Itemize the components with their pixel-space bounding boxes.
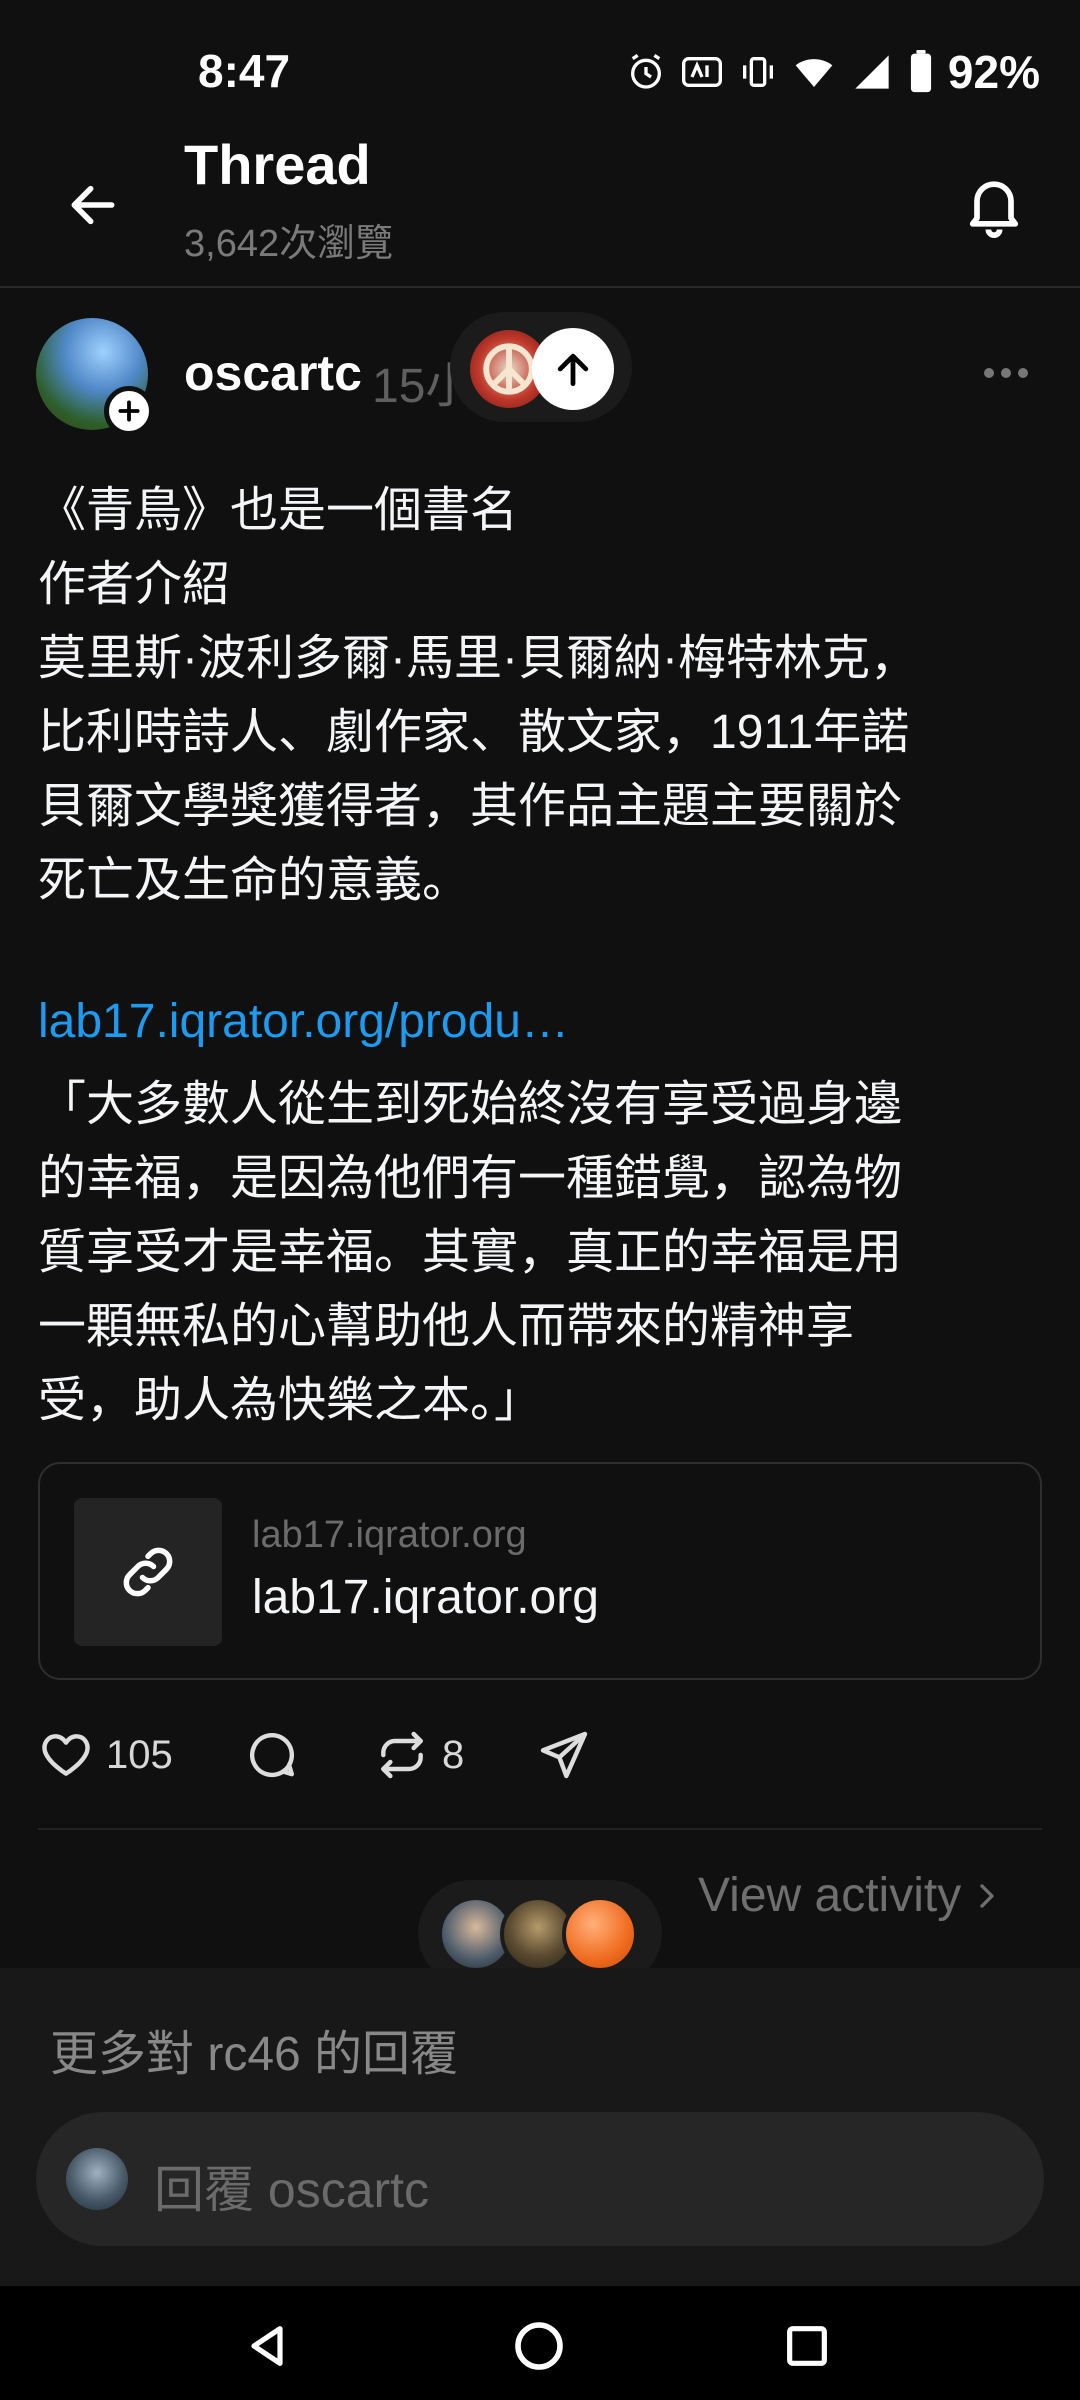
- page-title: Thread: [184, 133, 371, 196]
- post-text-line: 比利時詩人、劇作家、散文家，1911年諾: [38, 706, 910, 759]
- view-activity-label: View activity: [698, 1869, 962, 1922]
- battery-icon: [910, 50, 932, 93]
- more-replies-label[interactable]: 更多對 rc46 的回覆: [50, 2014, 458, 2084]
- activity-avatar: [562, 1896, 638, 1972]
- status-icons: 92%: [626, 42, 1040, 102]
- square-recents-icon: [787, 2326, 827, 2366]
- more-dot: [1001, 368, 1011, 378]
- follow-button[interactable]: [104, 386, 154, 436]
- share-button[interactable]: [536, 1722, 592, 1788]
- quote-text-line: 的幸福，是因為他們有一種錯覺，認為物: [38, 1152, 903, 1205]
- arrow-up-icon: [557, 353, 589, 387]
- author-username[interactable]: oscartc: [184, 344, 362, 402]
- back-arrow-icon: [71, 185, 115, 225]
- triangle-back-icon: [251, 2326, 283, 2366]
- reply-placeholder: 回覆 oscartc: [154, 2162, 430, 2218]
- battery-percentage: 92%: [947, 46, 1040, 98]
- quote-text-line: 受，助人為快樂之本。」: [38, 1374, 543, 1427]
- like-button[interactable]: 105: [38, 1722, 173, 1788]
- quote-text-line: 「大多數人從生到死始終沒有享受過身邊: [38, 1078, 903, 1131]
- more-options-button[interactable]: [976, 348, 1036, 398]
- vibrate-icon: [742, 57, 773, 87]
- post-text-line: 死亡及生命的意義。: [38, 854, 471, 907]
- repost-icon: [381, 1731, 423, 1779]
- status-time: 8:47: [198, 45, 291, 97]
- actions-divider: [38, 1828, 1042, 1830]
- more-dot: [984, 368, 994, 378]
- like-count: 105: [106, 1732, 173, 1777]
- link-card-title: lab17.iqrator.org: [252, 1571, 599, 1624]
- view-activity-link[interactable]: View activity: [698, 1868, 1001, 1923]
- comment-icon: [249, 1733, 295, 1778]
- post-text-line: 莫里斯·波利多爾·馬里·貝爾納·梅特林克，: [38, 632, 918, 685]
- bell-icon: [969, 181, 1019, 238]
- comment-button[interactable]: [244, 1722, 300, 1788]
- more-dot: [1018, 368, 1028, 378]
- link-card-domain: lab17.iqrator.org: [252, 1514, 527, 1556]
- nav-home-button[interactable]: [494, 2306, 584, 2386]
- wifi-icon: [795, 59, 833, 87]
- header-divider: [0, 286, 1080, 288]
- nav-back-button[interactable]: [222, 2306, 312, 2386]
- circle-home-icon: [515, 2322, 563, 2370]
- quote-text-line: 質享受才是幸福。其實，真正的幸福是用: [38, 1226, 903, 1279]
- nav-recents-button[interactable]: [762, 2306, 852, 2386]
- repost-button[interactable]: 8: [374, 1722, 464, 1788]
- post-text-line: 《青鳥》也是一個書名: [38, 484, 519, 537]
- quote-text-line: 一顆無私的心幫助他人而帶來的精神享: [38, 1300, 855, 1353]
- post-text-line: 作者介紹: [38, 558, 231, 611]
- notifications-button[interactable]: [948, 158, 1040, 250]
- send-icon: [540, 1731, 588, 1779]
- view-count: 3,642次瀏覽: [184, 223, 394, 265]
- chevron-right-icon: [980, 1883, 994, 1908]
- post-text-line: 貝爾文學獎獲得者，其作品主題主要關於: [38, 780, 903, 833]
- link-thumbnail: [74, 1498, 222, 1646]
- auto-hz-icon: [681, 57, 722, 87]
- repost-count: 8: [442, 1732, 465, 1777]
- alarm-icon: [630, 53, 661, 89]
- post-link[interactable]: lab17.iqrator.org/produ…: [38, 994, 569, 1049]
- link-icon: [123, 1547, 173, 1597]
- back-button[interactable]: [52, 164, 134, 246]
- scroll-to-top-button[interactable]: [532, 328, 614, 410]
- current-user-avatar: [66, 2148, 128, 2210]
- signal-icon: [855, 55, 889, 89]
- heart-icon: [42, 1734, 90, 1776]
- plus-icon: [118, 400, 140, 422]
